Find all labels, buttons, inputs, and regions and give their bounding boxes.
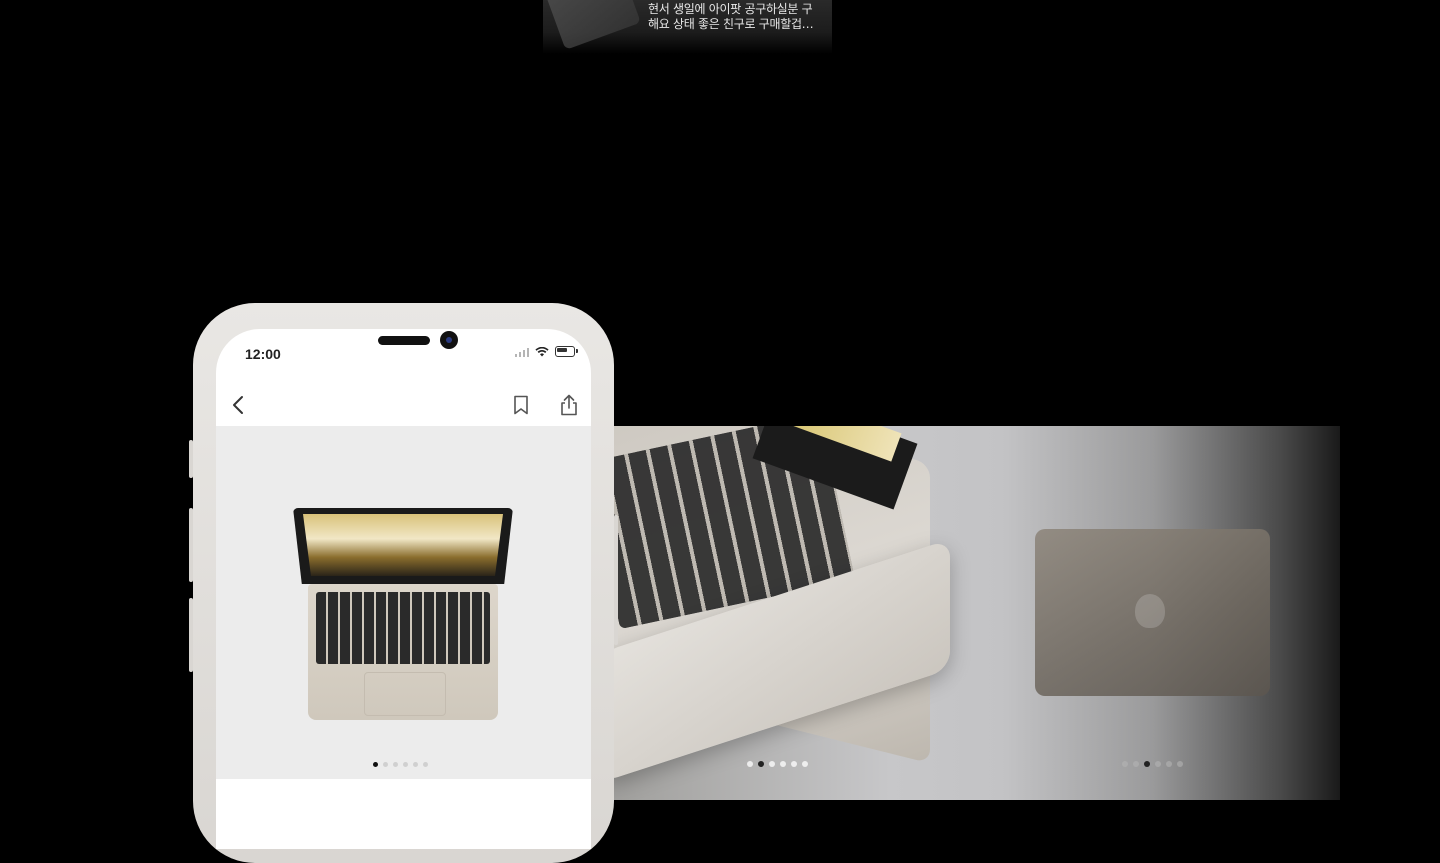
carousel-dot[interactable] <box>403 762 408 767</box>
carousel-dots-right[interactable] <box>1122 761 1183 767</box>
phone-screen: 12:00 <box>216 329 591 849</box>
battery-icon <box>555 346 578 357</box>
carousel-dot[interactable] <box>769 761 775 767</box>
review-thumbnail <box>545 0 641 50</box>
wifi-icon <box>535 346 549 356</box>
macbook-trackpad <box>364 672 446 716</box>
carousel-dot[interactable] <box>1166 761 1172 767</box>
carousel-dot[interactable] <box>747 761 753 767</box>
dynamic-island <box>378 336 430 345</box>
carousel-dot[interactable] <box>1122 761 1128 767</box>
carousel-dot[interactable] <box>423 762 428 767</box>
carousel-dot[interactable] <box>1133 761 1139 767</box>
carousel-dot[interactable] <box>383 762 388 767</box>
carousel-dot[interactable] <box>413 762 418 767</box>
carousel-dots-middle[interactable] <box>747 761 808 767</box>
apple-logo-icon <box>1135 594 1165 628</box>
product-image-area[interactable] <box>216 426 591 779</box>
carousel-dot[interactable] <box>758 761 764 767</box>
carousel-dot[interactable] <box>802 761 808 767</box>
top-nav-bar <box>216 383 591 427</box>
carousel-dot[interactable] <box>1155 761 1161 767</box>
carousel-dot[interactable] <box>1144 761 1150 767</box>
product-image-carousel[interactable] <box>590 426 1340 800</box>
front-camera <box>440 331 458 349</box>
macbook-screen-image <box>293 508 513 584</box>
macbook-wallpaper <box>303 514 503 576</box>
status-time: 12:00 <box>245 346 281 362</box>
review-card[interactable]: 현서 생일에 아이팟 공구하실분 구 해요 상태 좋은 친구로 구매할겁… <box>543 0 832 54</box>
chevron-left-icon[interactable] <box>224 391 252 419</box>
bookmark-icon[interactable] <box>507 391 535 419</box>
share-icon[interactable] <box>555 391 583 419</box>
carousel-dot[interactable] <box>780 761 786 767</box>
carousel-dots-phone[interactable] <box>373 762 428 767</box>
product-info-card <box>216 780 591 849</box>
carousel-dot[interactable] <box>373 762 378 767</box>
review-text-line-2: 해요 상태 좋은 친구로 구매할겁… <box>648 17 814 31</box>
macbook-base-image <box>308 584 498 720</box>
carousel-dot[interactable] <box>393 762 398 767</box>
status-icons <box>515 346 578 357</box>
carousel-dot[interactable] <box>791 761 797 767</box>
cellular-signal-icon <box>515 347 529 357</box>
phone-power-button <box>614 515 618 645</box>
carousel-dot[interactable] <box>1177 761 1183 767</box>
macbook-keyboard <box>316 592 490 664</box>
